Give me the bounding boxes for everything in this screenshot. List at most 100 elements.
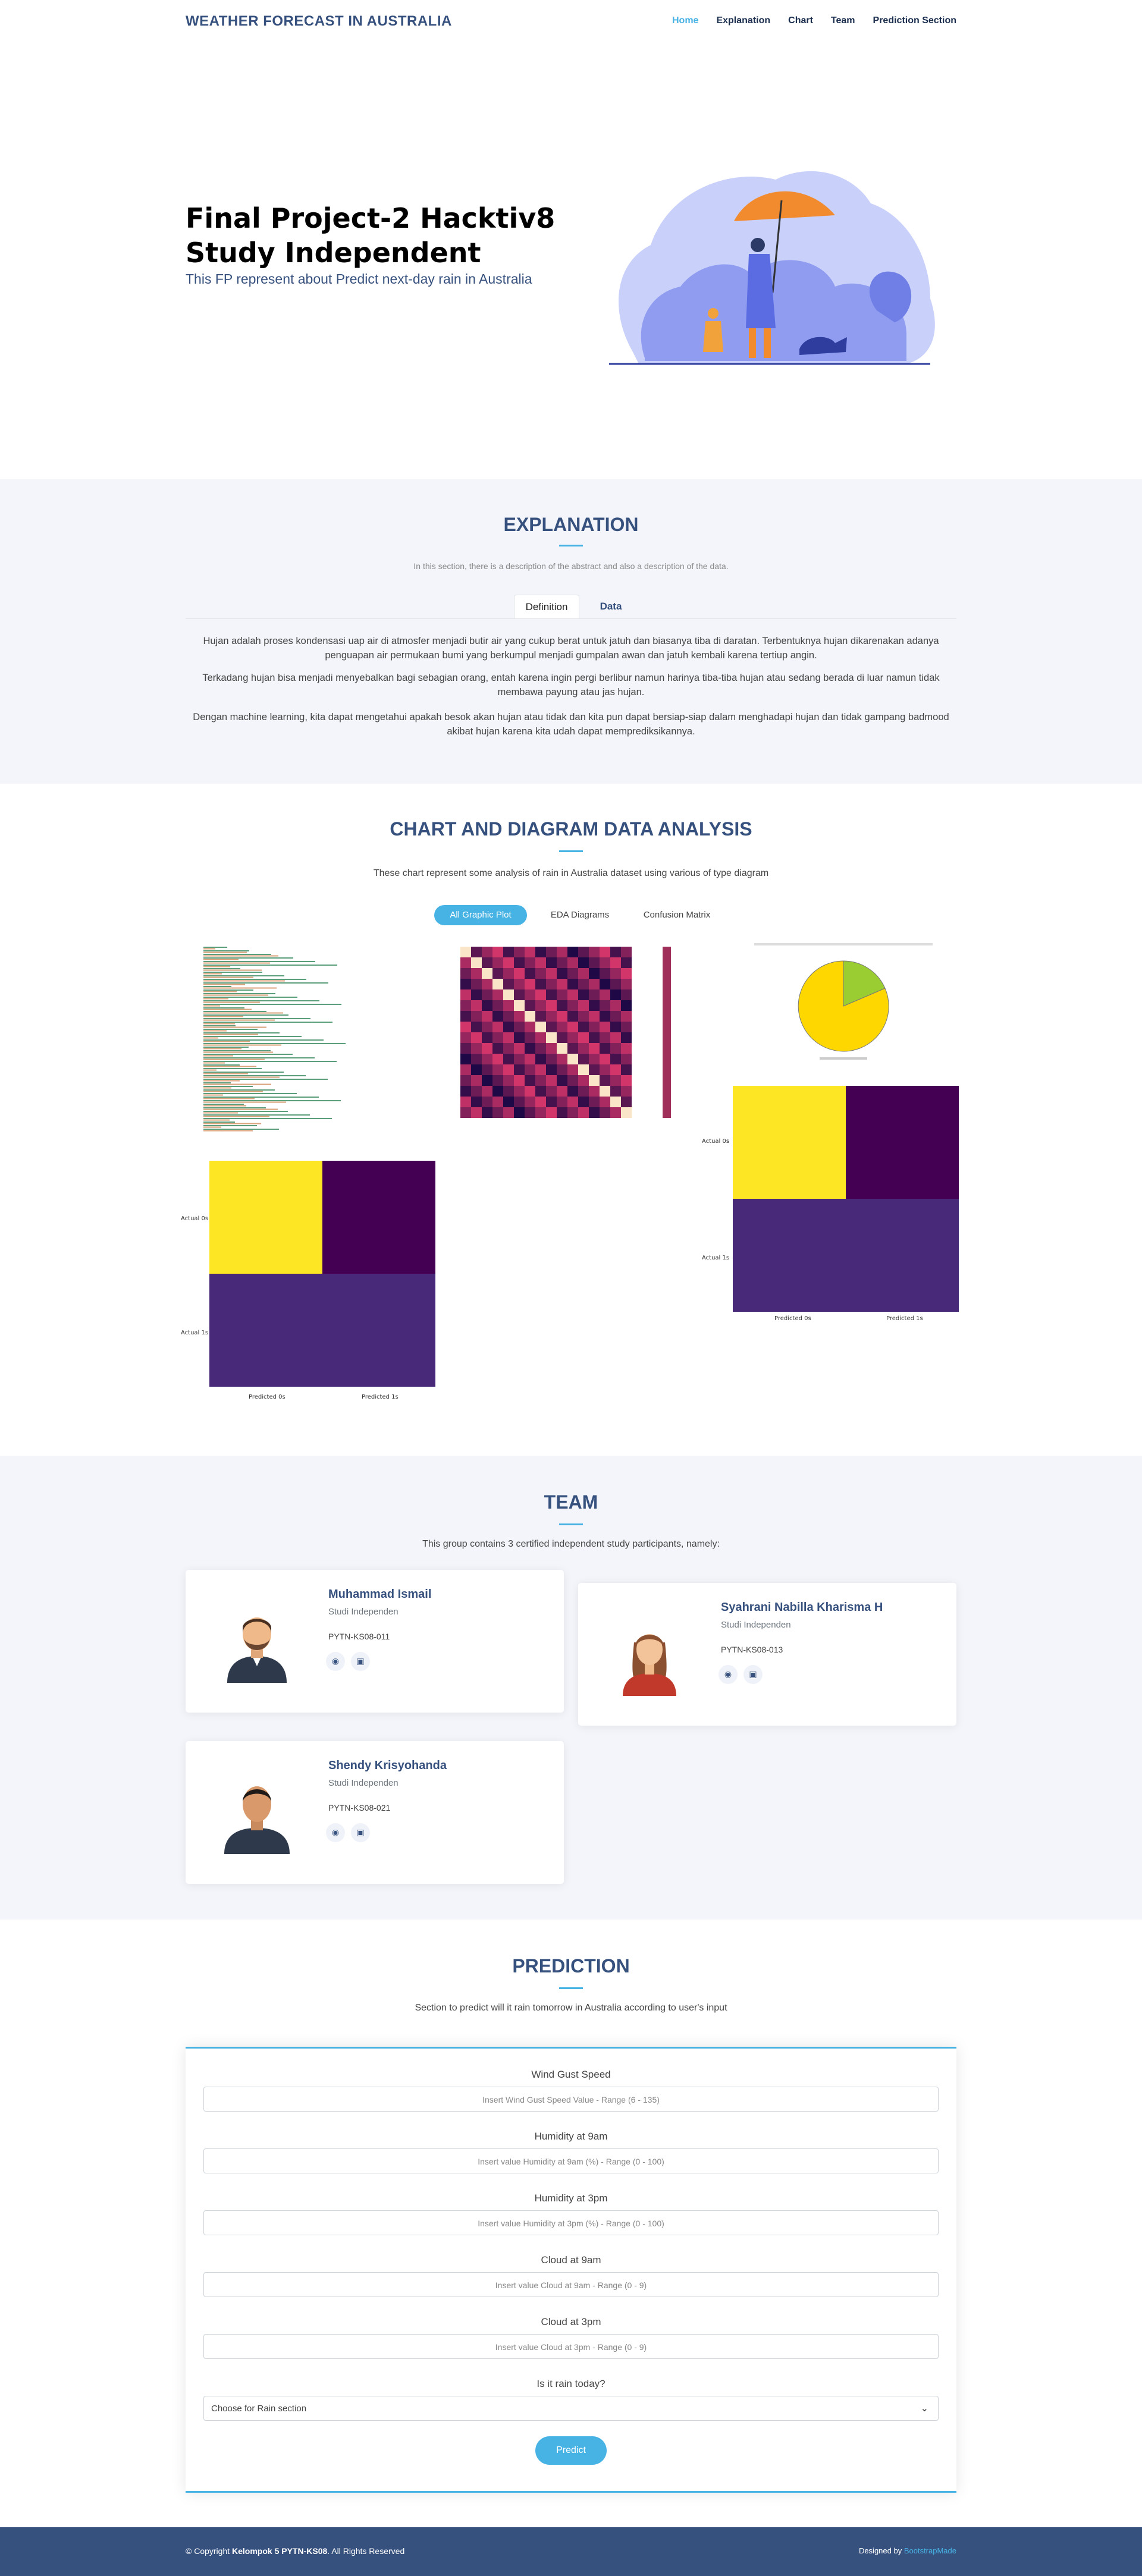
linkedin-icon[interactable]: ▣ xyxy=(351,1823,370,1842)
correlation-heatmap-image[interactable] xyxy=(437,941,702,1149)
thumb-heat-cell xyxy=(557,1097,567,1107)
thumb-heat-cell xyxy=(514,957,525,968)
copyright-suffix: . All Rights Reserved xyxy=(327,2546,405,2556)
thumb-heat-cell xyxy=(482,979,492,989)
thumb-heat-cell xyxy=(589,968,600,979)
thumb-heat-cell xyxy=(460,947,471,957)
thumb-heat-cell xyxy=(460,1032,471,1043)
github-icon[interactable]: ◉ xyxy=(326,1652,345,1671)
thumb-bar xyxy=(203,1087,231,1089)
thumb-heat-cell xyxy=(535,957,546,968)
thumb-heat-cell xyxy=(610,1086,621,1097)
thumb-bar xyxy=(203,982,328,984)
team-title-underline xyxy=(559,1523,583,1525)
explanation-paragraph-2: Terkadang hujan bisa menjadi menyebalkan… xyxy=(202,673,940,698)
thumb-heat-cell xyxy=(471,947,482,957)
rain-today-select[interactable]: Choose for Rain section ⌄ xyxy=(203,2396,939,2421)
thumb-heat-cell xyxy=(621,1032,632,1043)
filter-all-graphic-plot[interactable]: All Graphic Plot xyxy=(434,905,527,925)
thumb-bar xyxy=(203,1082,231,1083)
site-logo[interactable]: WEATHER FORECAST IN AUSTRALIA xyxy=(186,13,452,30)
thumb-heat-cell xyxy=(460,1000,471,1011)
github-icon[interactable]: ◉ xyxy=(326,1823,345,1842)
horizontal-bar-plot-image[interactable] xyxy=(186,942,435,1138)
filter-confusion-matrix[interactable]: Confusion Matrix xyxy=(630,905,723,925)
humidity-3pm-label: Humidity at 3pm xyxy=(534,2192,608,2204)
thumb-heat-cell xyxy=(535,1064,546,1075)
thumb-heat-cell xyxy=(557,989,567,1000)
thumb-heat-cell xyxy=(482,957,492,968)
thumb-heat-cell xyxy=(525,1097,535,1107)
predict-button[interactable]: Predict xyxy=(535,2436,607,2465)
pie-chart-image[interactable] xyxy=(730,941,956,1066)
thumb-heat-cell xyxy=(503,1107,514,1118)
confusion-matrix-right-image[interactable]: Actual 0s Predicted 0s Predicted 1s xyxy=(730,1085,960,1322)
nav-explanation[interactable]: Explanation xyxy=(716,15,770,26)
nav-chart[interactable]: Chart xyxy=(788,15,813,26)
thumb-heat-cell xyxy=(600,1107,610,1118)
nav-team[interactable]: Team xyxy=(831,15,855,26)
thumb-bar xyxy=(203,1009,252,1010)
wind-gust-input[interactable]: Insert Wind Gust Speed Value - Range (6 … xyxy=(203,2087,939,2112)
credits-link[interactable]: BootstrapMade xyxy=(904,2546,956,2555)
avatar-male xyxy=(224,1786,290,1854)
member-id: PYTN-KS08-021 xyxy=(328,1803,391,1812)
thumb-bar xyxy=(203,951,247,953)
main-nav: Home Explanation Chart Team Prediction S… xyxy=(654,15,956,26)
thumb-heat-cell xyxy=(514,1054,525,1064)
thumb-heat-cell xyxy=(557,947,567,957)
thumb-heat-cell xyxy=(492,957,503,968)
filter-eda-diagrams[interactable]: EDA Diagrams xyxy=(541,905,619,925)
nav-prediction[interactable]: Prediction Section xyxy=(873,15,956,26)
thumb-bar xyxy=(203,1091,263,1092)
thumb-heat-cell xyxy=(567,1075,578,1086)
thumb-heat-cell xyxy=(600,979,610,989)
thumb-bar xyxy=(203,962,270,964)
thumb-heat-cell xyxy=(492,1022,503,1032)
thumb-bar xyxy=(203,1012,283,1014)
thumb-bar xyxy=(203,1026,266,1028)
thumb-heat-cell xyxy=(503,957,514,968)
chart-description: These chart represent some analysis of r… xyxy=(373,868,769,878)
thumb-heat-cell xyxy=(471,968,482,979)
avatar-male-beard xyxy=(227,1617,287,1683)
humidity-9am-input[interactable]: Insert value Humidity at 9am (%) - Range… xyxy=(203,2148,939,2173)
thumb-bar xyxy=(203,1126,221,1128)
thumb-heat-cell xyxy=(589,1043,600,1054)
linkedin-icon[interactable]: ▣ xyxy=(351,1652,370,1671)
cloud-9am-input[interactable]: Insert value Cloud at 9am - Range (0 - 9… xyxy=(203,2272,939,2297)
thumb-heat-cell xyxy=(621,1086,632,1097)
thumb-heat-cell xyxy=(600,989,610,1000)
actual-1s-label-left: Actual 1s xyxy=(181,1330,209,1336)
thumb-heat-cell xyxy=(557,1043,567,1054)
copyright: © Copyright Kelompok 5 PYTN-KS08. All Ri… xyxy=(186,2546,404,2556)
thumb-heat-cell xyxy=(567,947,578,957)
cloud-3pm-input[interactable]: Insert value Cloud at 3pm - Range (0 - 9… xyxy=(203,2334,939,2359)
thumb-bar xyxy=(203,1105,246,1107)
tab-data[interactable]: Data xyxy=(590,595,632,618)
humidity-3pm-input[interactable]: Insert value Humidity at 3pm (%) - Range… xyxy=(203,2210,939,2235)
thumb-heat-cell xyxy=(482,1054,492,1064)
thumb-heat-cell xyxy=(557,1107,567,1118)
thumb-heat-cell xyxy=(546,979,557,989)
thumb-heat-cell xyxy=(567,1032,578,1043)
thumb-heat-cell xyxy=(600,1054,610,1064)
thumb-heat-cell xyxy=(600,1097,610,1107)
thumb-heat-cell xyxy=(546,1064,557,1075)
thumb-bar xyxy=(203,1072,284,1073)
thumb-heat-cell xyxy=(557,1086,567,1097)
thumb-bar xyxy=(203,1111,288,1112)
nav-home[interactable]: Home xyxy=(672,15,698,26)
thumb-bar xyxy=(203,1030,227,1032)
thumb-bar xyxy=(203,1058,265,1060)
tab-definition[interactable]: Definition xyxy=(514,595,579,618)
thumb-heat-cell xyxy=(525,1064,535,1075)
thumb-heat-cell xyxy=(546,1032,557,1043)
confusion-matrix-left-image[interactable]: Predicted 0s Predicted 1s xyxy=(208,1160,438,1402)
thumb-heat-cell xyxy=(471,1064,482,1075)
thumb-heat-cell xyxy=(482,1011,492,1022)
github-icon[interactable]: ◉ xyxy=(719,1665,738,1684)
linkedin-icon[interactable]: ▣ xyxy=(743,1665,763,1684)
thumb-heat-cell xyxy=(600,1032,610,1043)
thumb-heat-cell xyxy=(460,1011,471,1022)
